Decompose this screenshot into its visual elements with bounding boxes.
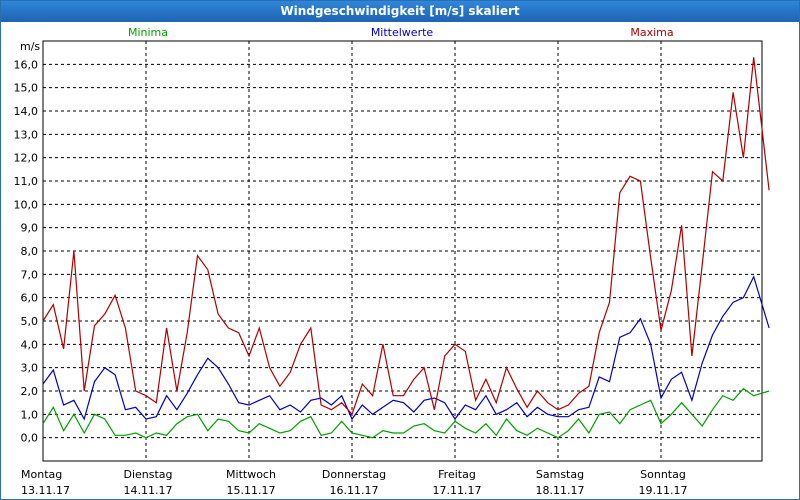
y-tick-label: 5,0 [21,315,39,328]
legend-mittelwerte: Mittelwerte [371,26,434,39]
x-axis: Montag 13.11.17 Dienstag 14.11.17 Mittwoch 15… [21,468,687,497]
y-tick-label: 13,0 [14,128,39,141]
x-date-label: 15.11.17 [227,484,276,497]
legend-maxima: Maxima [630,26,673,39]
x-day-label: Freitag [438,468,476,481]
y-tick-label: 4,0 [21,338,39,351]
y-tick-label: 10,0 [14,198,39,211]
y-tick-label: 9,0 [21,222,39,235]
y-tick-label: 11,0 [14,175,39,188]
x-day-label: Donnerstag [322,468,386,481]
y-axis-unit: m/s [20,40,40,53]
x-date-label: 18.11.17 [536,484,585,497]
y-tick-label: 6,0 [21,292,39,305]
legend: Minima Mittelwerte Maxima [128,26,674,39]
y-tick-label: 3,0 [21,362,39,375]
x-day-label: Samstag [536,468,584,481]
y-tick-label: 15,0 [14,82,39,95]
x-day-label: Dienstag [123,468,172,481]
y-tick-label: 7,0 [21,268,39,281]
x-day-label: Sonntag [640,468,686,481]
x-date-label: 17.11.17 [433,484,482,497]
x-date-label: 19.11.17 [639,484,688,497]
legend-minima: Minima [128,26,168,39]
y-tick-label: 2,0 [21,385,39,398]
y-tick-label: 0,0 [21,432,39,445]
plot-area [42,40,763,462]
y-tick-label: 12,0 [14,152,39,165]
x-day-label: Mittwoch [226,468,276,481]
x-day-label: Montag [21,468,62,481]
y-axis: 0,0 1,0 2,0 3,0 4,0 5,0 6,0 7,0 8,0 9,0 10,0 11,0 12… [14,58,39,444]
y-tick-label: 1,0 [21,408,39,421]
x-date-label: 16.11.17 [330,484,379,497]
y-tick-label: 8,0 [21,245,39,258]
x-date-label: 14.11.17 [124,484,173,497]
y-tick-label: 16,0 [14,58,39,71]
y-tick-label: 14,0 [14,105,39,118]
x-date-label: 13.11.17 [21,484,70,497]
wind-speed-chart: 0,0 1,0 2,0 3,0 4,0 5,0 6,0 7,0 8,0 9,0 10,0 11,0 12… [14,26,770,497]
